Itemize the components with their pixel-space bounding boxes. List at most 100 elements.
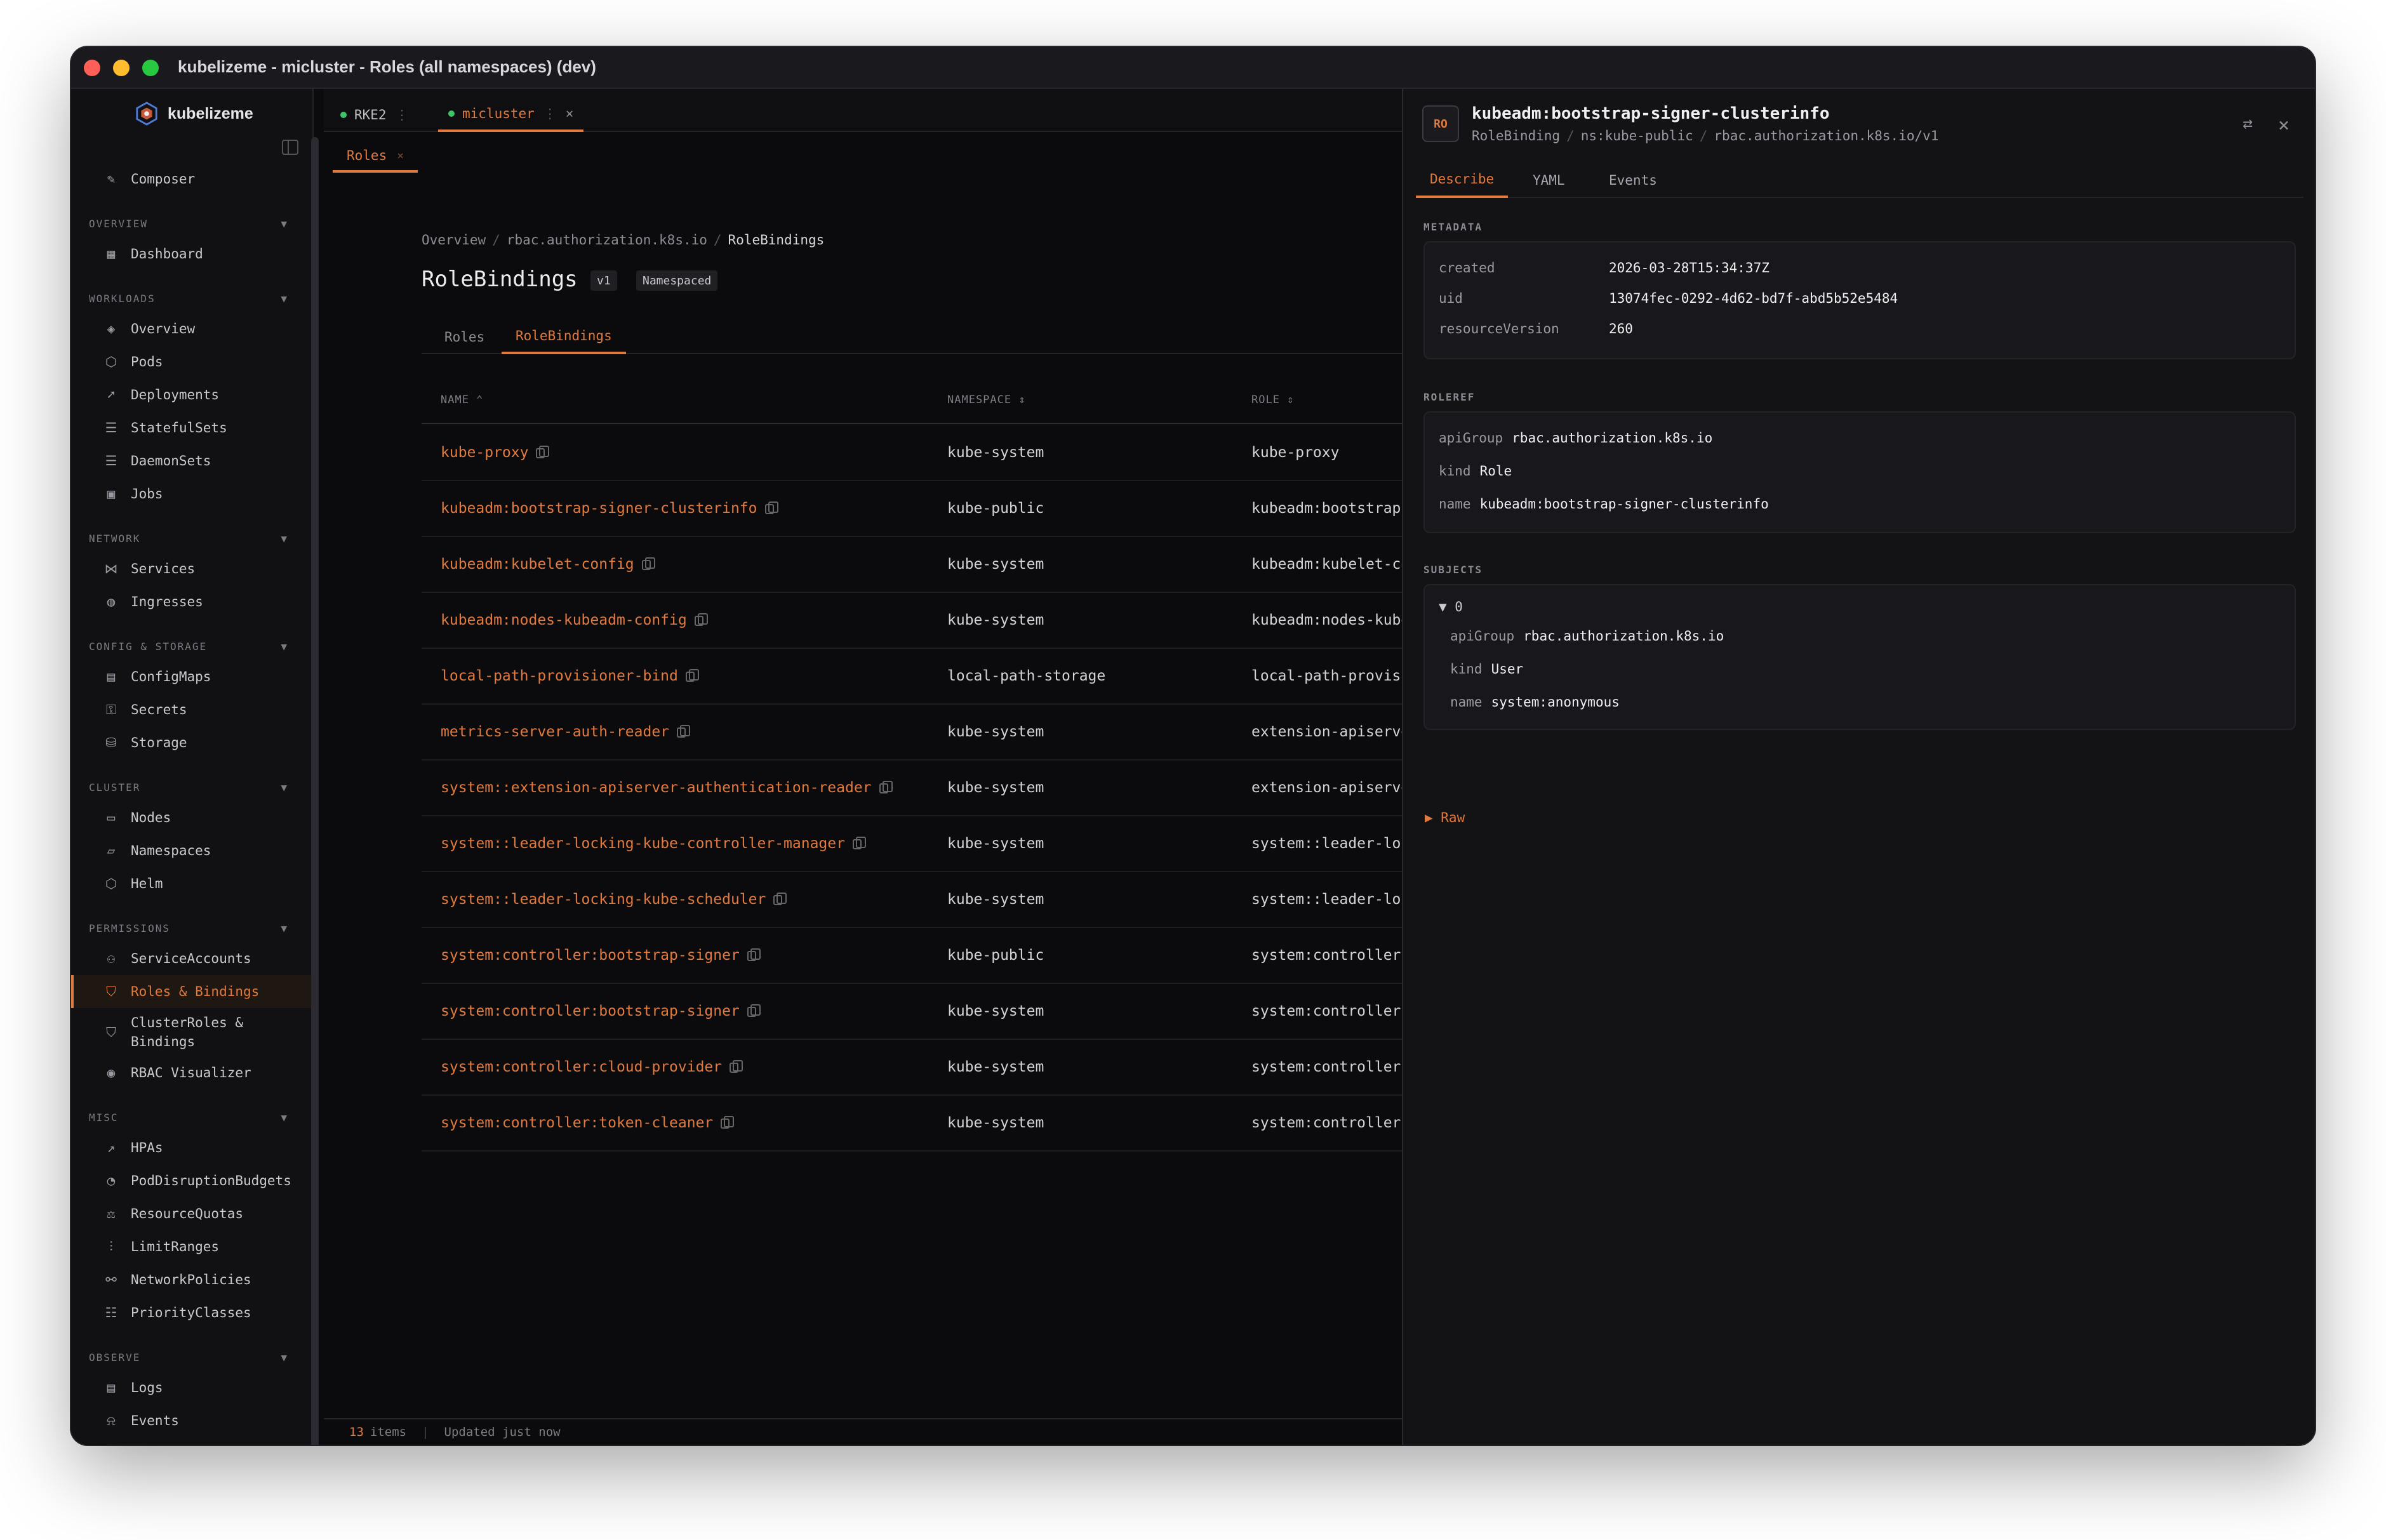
sidebar-item-namespaces[interactable]: ▱ Namespaces	[71, 834, 311, 867]
rolebinding-name-link[interactable]: system:controller:cloud-provider	[441, 1059, 743, 1075]
table-row[interactable]: local-path-provisioner-bind local-path-st…	[422, 649, 1402, 705]
sidebar-item-networkpolicies[interactable]: ⚯ NetworkPolicies	[71, 1263, 311, 1296]
copy-icon[interactable]	[879, 780, 893, 793]
table-row[interactable]: metrics-server-auth-reader kube-system ext…	[422, 705, 1402, 760]
close-window-button[interactable]	[84, 60, 100, 76]
copy-icon[interactable]	[764, 501, 778, 514]
sidebar-item-composer[interactable]: ✎ Composer	[71, 163, 311, 196]
table-row[interactable]: kubeadm:bootstrap-signer-clusterinfo kube…	[422, 481, 1402, 537]
tab-cluster-micluster[interactable]: micluster ⋮ ×	[438, 98, 584, 132]
section-network[interactable]: NETWORK ▼	[71, 510, 311, 552]
copy-icon[interactable]	[852, 836, 866, 849]
sidebar-item-pods[interactable]: ⬡ Pods	[71, 345, 311, 378]
sidebar-item-events[interactable]: ⍾ Events	[71, 1404, 311, 1437]
chevron-down-icon[interactable]: ▼	[281, 922, 288, 934]
sidebar-item-logs[interactable]: ▤ Logs	[71, 1371, 311, 1404]
rolebinding-name-link[interactable]: kubeadm:kubelet-config	[441, 556, 655, 573]
section-observe[interactable]: OBSERVE ▼	[71, 1329, 311, 1371]
section-permissions[interactable]: PERMISSIONS ▼	[71, 900, 311, 942]
table-row[interactable]: system::leader-locking-kube-controller-m…	[422, 816, 1402, 872]
rolebinding-name-link[interactable]: system:controller:bootstrap-signer	[441, 947, 761, 964]
sidebar-item-limitranges[interactable]: ⫶ LimitRanges	[71, 1230, 311, 1263]
sidebar-item-dashboard[interactable]: ▦ Dashboard	[71, 237, 311, 270]
table-row[interactable]: system:controller:token-cleaner kube-syst…	[422, 1096, 1402, 1152]
rolebinding-name-link[interactable]: local-path-provisioner-bind	[441, 668, 699, 684]
sidebar-item-poddisruptionbudgets[interactable]: ◔ PodDisruptionBudgets	[71, 1164, 311, 1197]
tab-cluster-rke2[interactable]: RKE2 ⋮	[340, 98, 418, 132]
sidebar-item-nodes[interactable]: ▭ Nodes	[71, 801, 311, 834]
rolebinding-name-link[interactable]: system::leader-locking-kube-scheduler	[441, 891, 787, 908]
copy-icon[interactable]	[721, 1115, 735, 1129]
section-cluster[interactable]: CLUSTER ▼	[71, 759, 311, 801]
tab-rolebindings-list[interactable]: RoleBindings	[502, 320, 626, 354]
sidebar-item-hpas[interactable]: ↗ HPAs	[71, 1131, 311, 1164]
tab-describe[interactable]: Describe	[1416, 163, 1509, 198]
tab-roles-list[interactable]: Roles	[430, 320, 498, 354]
sidebar-item-daemonsets[interactable]: ☰ DaemonSets	[71, 444, 311, 477]
minimize-window-button[interactable]	[113, 60, 130, 76]
rolebinding-name-link[interactable]: system:controller:bootstrap-signer	[441, 1003, 761, 1019]
sidebar-scrollbar[interactable]	[311, 137, 319, 1445]
close-tab-icon[interactable]: ×	[566, 106, 574, 121]
swap-icon[interactable]: ⇄	[2243, 114, 2253, 136]
copy-icon[interactable]	[773, 892, 787, 905]
sidebar-item-jobs[interactable]: ▣ Jobs	[71, 477, 311, 510]
tab-yaml[interactable]: YAML	[1519, 163, 1579, 198]
tab-roles[interactable]: Roles ×	[333, 141, 418, 173]
close-tab-icon[interactable]: ×	[397, 149, 404, 163]
copy-icon[interactable]	[685, 668, 699, 682]
table-row[interactable]: system::leader-locking-kube-scheduler kub…	[422, 872, 1402, 928]
chevron-down-icon[interactable]: ▼	[281, 533, 288, 545]
sidebar-item-services[interactable]: ⋈ Services	[71, 552, 311, 585]
table-row[interactable]: kubeadm:nodes-kubeadm-config kube-system k…	[422, 593, 1402, 649]
sidebar-item-clusterroles-bindings[interactable]: ⛉ ClusterRoles & Bindings	[71, 1008, 311, 1056]
close-icon[interactable]: ×	[2278, 114, 2289, 136]
table-row[interactable]: kubeadm:kubelet-config kube-system kubeadm…	[422, 537, 1402, 593]
copy-icon[interactable]	[747, 1004, 761, 1017]
section-overview[interactable]: OVERVIEW ▼	[71, 196, 311, 237]
chevron-down-icon[interactable]: ▼	[281, 781, 288, 793]
sidebar-item-priorityclasses[interactable]: ☷ PriorityClasses	[71, 1296, 311, 1329]
chevron-down-icon[interactable]: ▼	[281, 1112, 288, 1124]
sidebar-item-ingresses[interactable]: ◍ Ingresses	[71, 585, 311, 618]
table-row[interactable]: system:controller:cloud-provider kube-sys…	[422, 1040, 1402, 1096]
copy-icon[interactable]	[641, 557, 655, 570]
copy-icon[interactable]	[536, 445, 550, 458]
raw-toggle[interactable]: ▶ Raw	[1425, 810, 1465, 825]
rolebinding-name-link[interactable]: system::extension-apiserver-authenticati…	[441, 780, 893, 796]
table-row[interactable]: kube-proxy kube-system kube-proxy	[422, 425, 1402, 481]
rolebinding-name-link[interactable]: metrics-server-auth-reader	[441, 724, 691, 740]
rolebinding-name-link[interactable]: kubeadm:bootstrap-signer-clusterinfo	[441, 500, 778, 517]
sidebar-item-rbac-visualizer[interactable]: ◉ RBAC Visualizer	[71, 1056, 311, 1089]
section-workloads[interactable]: WORKLOADS ▼	[71, 270, 311, 312]
sidebar-item-helm[interactable]: ⬡ Helm	[71, 867, 311, 900]
table-row[interactable]: system::extension-apiserver-authenticati…	[422, 760, 1402, 816]
sidebar-item-deployments[interactable]: ➚ Deployments	[71, 378, 311, 411]
breadcrumb-overview[interactable]: Overview	[422, 232, 486, 248]
sidebar-item-storage[interactable]: ⛁ Storage	[71, 726, 311, 759]
column-header-namespace[interactable]: NAMESPACE ⇕	[947, 394, 1026, 406]
chevron-down-icon[interactable]: ▼	[281, 293, 288, 305]
brand[interactable]: kubelizeme	[135, 102, 253, 126]
sidebar-item-serviceaccounts[interactable]: ⚇ ServiceAccounts	[71, 942, 311, 975]
tab-events[interactable]: Events	[1595, 163, 1671, 198]
chevron-down-icon[interactable]: ▼	[281, 218, 288, 230]
column-header-name[interactable]: NAME ⌃	[441, 394, 483, 406]
table-row[interactable]: system:controller:bootstrap-signer kube-s…	[422, 984, 1402, 1040]
section-misc[interactable]: MISC ▼	[71, 1089, 311, 1131]
collapse-sidebar-icon[interactable]	[282, 140, 298, 155]
copy-icon[interactable]	[747, 948, 761, 961]
sidebar-item-roles-bindings[interactable]: ⛉ Roles & Bindings	[71, 975, 311, 1008]
sidebar-item-configmaps[interactable]: ▤ ConfigMaps	[71, 660, 311, 693]
section-config-storage[interactable]: CONFIG & STORAGE ▼	[71, 618, 311, 660]
subject-toggle[interactable]: ▼ 0	[1439, 599, 1463, 614]
sidebar-item-resourcequotas[interactable]: ⚖ ResourceQuotas	[71, 1197, 311, 1230]
sidebar-item-secrets[interactable]: ⚿ Secrets	[71, 693, 311, 726]
copy-icon[interactable]	[694, 613, 708, 626]
rolebinding-name-link[interactable]: kubeadm:nodes-kubeadm-config	[441, 612, 708, 628]
rolebinding-name-link[interactable]: system:controller:token-cleaner	[441, 1115, 735, 1131]
column-header-role[interactable]: ROLE ⇕	[1251, 394, 1294, 406]
chevron-down-icon[interactable]: ▼	[281, 1351, 288, 1364]
rolebinding-name-link[interactable]: system::leader-locking-kube-controller-m…	[441, 835, 866, 852]
copy-icon[interactable]	[730, 1059, 743, 1073]
